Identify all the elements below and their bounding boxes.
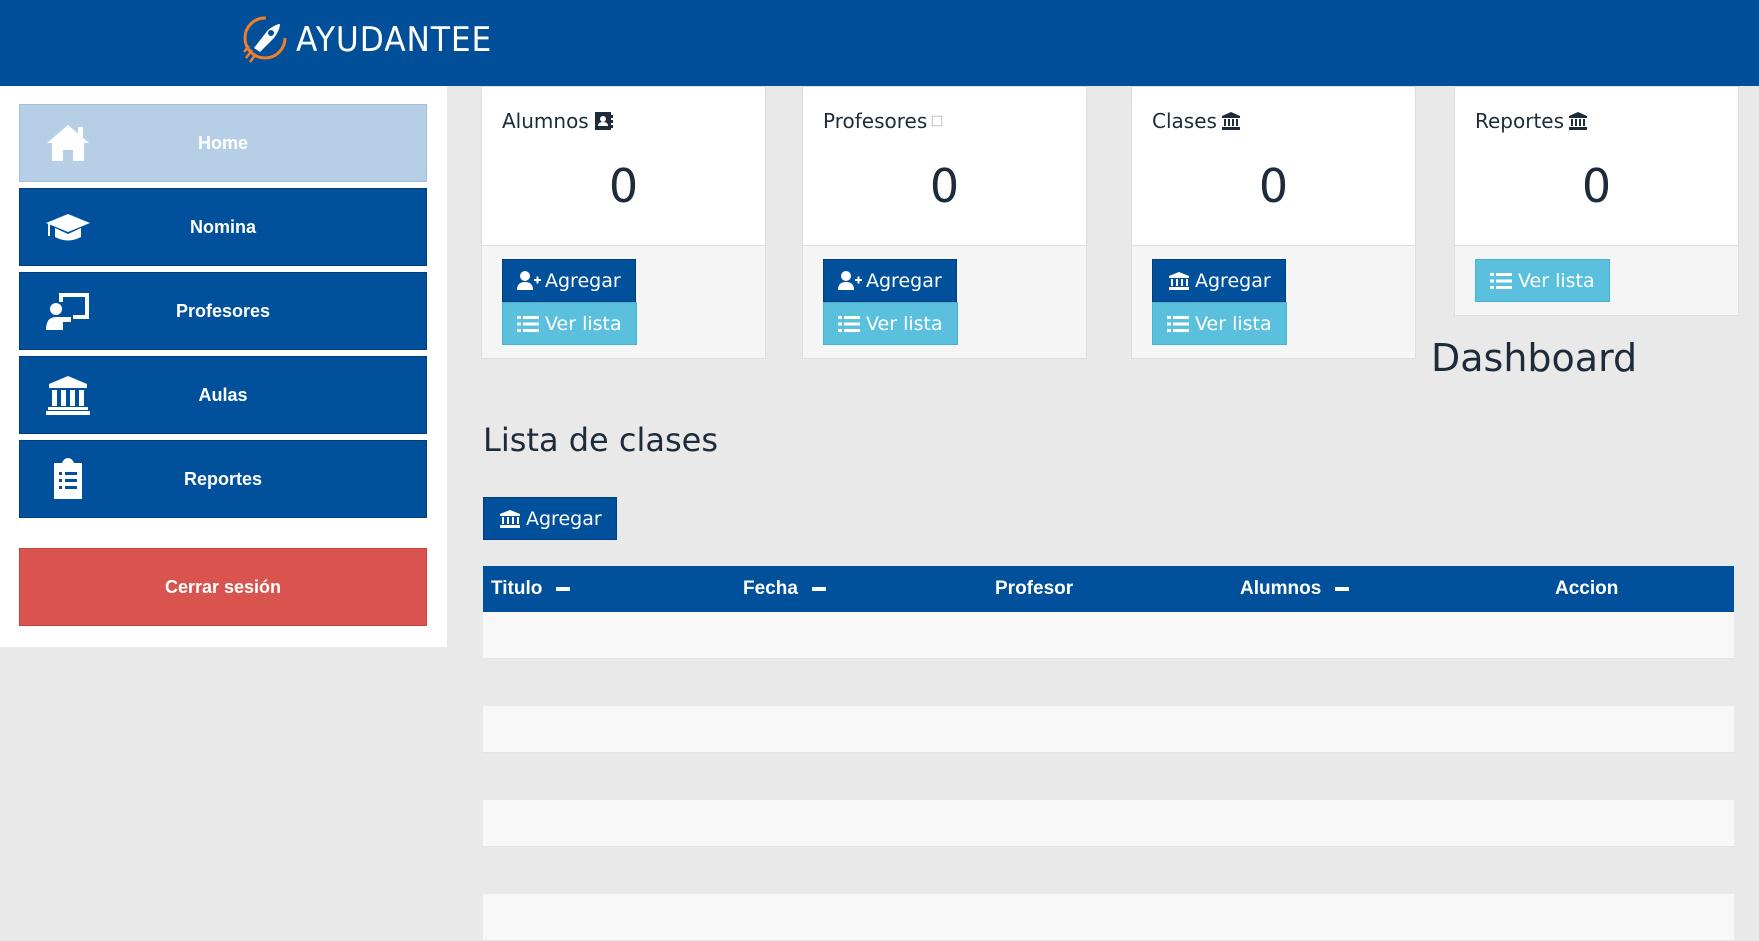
table-header: Titulo Fecha Profesor Alumnos Accion [483, 566, 1734, 612]
university-icon [1169, 271, 1189, 290]
university-icon [500, 509, 520, 528]
list-clases-button[interactable]: Ver lista [1152, 302, 1287, 345]
logout-button[interactable]: Cerrar sesión [19, 548, 427, 626]
sidebar: Home Nomina Profesores Aulas Reportes Ce… [0, 86, 447, 647]
brand-name: AYUDANTEE [296, 20, 493, 60]
stat-card-alumnos: Alumnos 0 Agregar Ver lista [481, 86, 766, 359]
column-label: Alumnos [1240, 578, 1322, 599]
sort-icon[interactable] [811, 587, 826, 591]
list-icon [1490, 272, 1512, 289]
sidebar-item-aulas[interactable]: Aulas [19, 356, 427, 434]
add-profesor-button[interactable]: Agregar [823, 259, 957, 302]
list-icon [517, 315, 539, 332]
stat-card-clases: Clases 0 Agregar Ver lista [1131, 86, 1416, 359]
stat-card-reportes: Reportes 0 Ver lista [1454, 86, 1739, 316]
sidebar-item-nomina[interactable]: Nomina [19, 188, 427, 266]
add-clase-button[interactable]: Agregar [1152, 259, 1286, 302]
clipboard-list-icon [44, 457, 92, 501]
button-label: Agregar [545, 269, 621, 292]
table-row [483, 800, 1734, 847]
classes-table: Titulo Fecha Profesor Alumnos Accion [483, 566, 1734, 941]
list-icon [1167, 315, 1189, 332]
column-header-alumnos[interactable]: Alumnos [1240, 578, 1350, 600]
card-title-text: Clases [1152, 109, 1217, 133]
stat-card-profesores: Profesores 0 Agregar Ver lista [802, 86, 1087, 359]
page-title: Dashboard [1431, 336, 1638, 380]
card-count: 0 [1258, 159, 1289, 213]
sort-icon[interactable] [556, 587, 571, 591]
add-class-button[interactable]: Agregar [483, 497, 617, 540]
graduation-cap-icon [44, 205, 92, 249]
list-alumnos-button[interactable]: Ver lista [502, 302, 637, 345]
list-profesores-button[interactable]: Ver lista [823, 302, 958, 345]
table-row [483, 706, 1734, 753]
table-row [483, 847, 1734, 894]
sidebar-item-profesores[interactable]: Profesores [19, 272, 427, 350]
button-label: Ver lista [1195, 312, 1272, 335]
card-footer: Agregar Ver lista [482, 245, 765, 358]
teacher-board-icon [44, 289, 92, 333]
sidebar-item-home[interactable]: Home [19, 104, 427, 182]
button-label: Ver lista [545, 312, 622, 335]
sort-icon[interactable] [1335, 587, 1350, 591]
card-footer: Ver lista [1455, 245, 1738, 315]
university-icon [1569, 112, 1588, 130]
button-label: Agregar [866, 269, 942, 292]
column-label: Titulo [491, 578, 543, 599]
column-header-accion: Accion [1555, 578, 1618, 600]
column-header-fecha[interactable]: Fecha [743, 578, 826, 600]
university-icon [1221, 112, 1240, 130]
card-footer: Agregar Ver lista [803, 245, 1086, 358]
user-plus-icon [838, 270, 862, 290]
table-row [483, 659, 1734, 706]
card-title-text: Reportes [1475, 109, 1565, 133]
home-icon [44, 121, 92, 165]
card-title: Alumnos [502, 109, 613, 133]
card-title-text: Profesores [823, 109, 928, 133]
list-reportes-button[interactable]: Ver lista [1475, 259, 1610, 302]
button-label: Agregar [526, 507, 602, 530]
button-label: Ver lista [866, 312, 943, 335]
sidebar-item-reportes[interactable]: Reportes [19, 440, 427, 518]
card-title: Clases [1152, 109, 1241, 133]
missing-glyph-icon [932, 115, 943, 127]
button-label: Ver lista [1518, 269, 1595, 292]
column-label: Accion [1555, 578, 1619, 599]
column-label: Fecha [743, 578, 798, 599]
brand-logo[interactable]: AYUDANTEE [238, 14, 509, 66]
add-alumno-button[interactable]: Agregar [502, 259, 636, 302]
card-count: 0 [929, 159, 960, 213]
card-count: 0 [1581, 159, 1612, 213]
column-header-profesor: Profesor [995, 578, 1073, 600]
table-row [483, 612, 1734, 659]
card-title: Profesores [823, 109, 943, 133]
card-footer: Agregar Ver lista [1132, 245, 1415, 358]
university-icon [44, 373, 92, 417]
rocket-icon [243, 16, 287, 63]
top-navbar: AYUDANTEE [0, 0, 1759, 86]
column-header-titulo[interactable]: Titulo [491, 578, 571, 600]
user-plus-icon [517, 270, 541, 290]
button-label: Agregar [1195, 269, 1271, 292]
table-row [483, 894, 1734, 941]
card-title-text: Alumnos [502, 109, 589, 133]
section-title: Lista de clases [483, 421, 719, 459]
address-book-icon [594, 112, 613, 130]
card-count: 0 [608, 159, 639, 213]
table-row [483, 753, 1734, 800]
column-label: Profesor [995, 578, 1074, 599]
list-icon [838, 315, 860, 332]
card-title: Reportes [1475, 109, 1588, 133]
